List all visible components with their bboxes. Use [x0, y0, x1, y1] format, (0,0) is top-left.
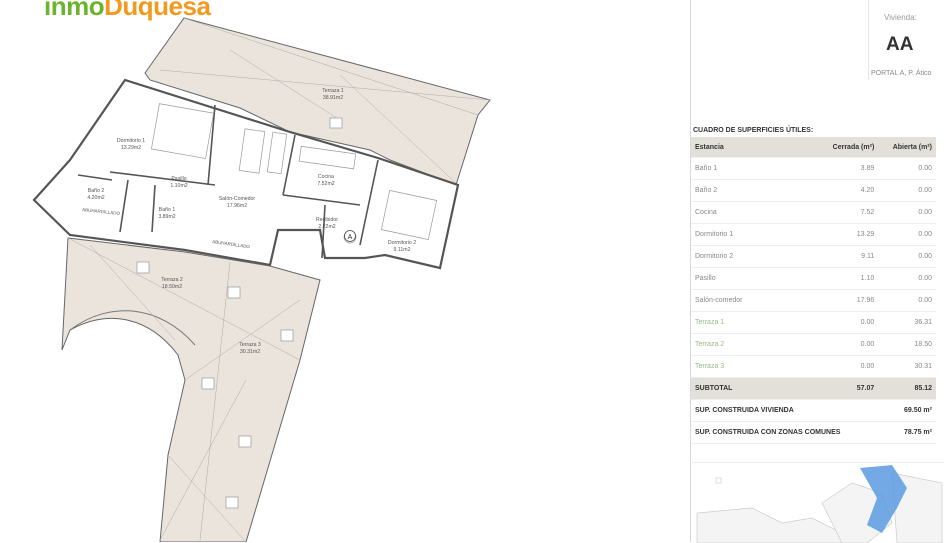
construida-vivienda-label: SUP. CONSTRUIDA VIVIENDA [691, 399, 879, 422]
subtotal-row: SUBTOTAL 57.07 85.12 [691, 377, 936, 400]
row-cerrada: 7.52 [789, 201, 879, 224]
room-area-recibidor: 2.22m2 [318, 224, 335, 230]
row-cerrada: 0.00 [789, 355, 879, 378]
subtotal-label: SUBTOTAL [691, 377, 790, 400]
location-minimap [692, 462, 944, 543]
surfaces-table: Estancia Cerrada (m²) Abierta (m²) Baño … [691, 137, 936, 444]
room-label-pasillo: Pasillo [171, 176, 186, 182]
vivienda-label: Vivienda: [884, 13, 917, 22]
room-area-salon: 17.96m2 [227, 203, 247, 209]
room-area-terraza1: 38.91m2 [323, 95, 343, 101]
row-name: Terraza 2 [691, 333, 790, 356]
table-row: Baño 1 3.89 0.00 [691, 157, 936, 180]
room-area-bano1: 3.89m2 [158, 214, 175, 220]
row-abierta: 36.31 [878, 311, 936, 334]
room-label-bano1: Baño 1 [159, 207, 176, 213]
subtotal-cerrada: 57.07 [789, 377, 879, 400]
table-row: Salón-comedor 17.96 0.00 [691, 289, 936, 312]
vivienda-code: AA [886, 34, 914, 55]
row-abierta: 0.00 [878, 245, 936, 268]
construida-comunes-row: SUP. CONSTRUIDA CON ZONAS COMUNES 78.75 m… [691, 421, 936, 444]
room-area-dormitorio2: 9.11m2 [394, 247, 411, 253]
table-row: Terraza 1 0.00 36.31 [691, 311, 936, 334]
room-area-cocina: 7.52m2 [317, 181, 334, 187]
row-name: Terraza 3 [691, 355, 790, 378]
room-label-bano2: Baño 2 [88, 188, 105, 194]
row-abierta: 0.00 [878, 289, 936, 312]
room-area-dormitorio1: 13.29m2 [121, 145, 141, 151]
row-abierta: 0.00 [878, 223, 936, 246]
room-label-cocina: Cocina [318, 174, 334, 180]
portal-label: PORTAL A, P. Ático [871, 70, 932, 77]
row-abierta: 30.31 [878, 355, 936, 378]
room-label-terraza2: Terraza 2 [161, 277, 183, 283]
room-label-recibidor: Recibidor [316, 217, 338, 223]
row-cerrada: 0.00 [789, 333, 879, 356]
room-label-salon: Salón-Comedor [219, 196, 256, 202]
room-area-pasillo: 1.10m2 [170, 183, 187, 189]
construida-comunes-label: SUP. CONSTRUIDA CON ZONAS COMUNES [691, 421, 879, 444]
table-header: Estancia Cerrada (m²) Abierta (m²) [691, 137, 936, 158]
row-cerrada: 1.10 [789, 267, 879, 290]
construida-vivienda-row: SUP. CONSTRUIDA VIVIENDA 69.50 m² [691, 399, 936, 422]
room-area-bano2: 4.20m2 [87, 195, 104, 201]
row-name: Cocina [691, 201, 790, 224]
subtotal-abierta: 85.12 [878, 377, 936, 400]
room-label-terraza3: Terraza 3 [239, 342, 261, 348]
table-row: Terraza 2 0.00 18.50 [691, 333, 936, 356]
row-name: Terraza 1 [691, 311, 790, 334]
floor-plan: Terraza 1 38.91m2 Dormitorio 1 13.29m2 P… [32, 17, 491, 542]
table-row: Pasillo 1.10 0.00 [691, 267, 936, 290]
table-row: Cocina 7.52 0.00 [691, 201, 936, 224]
header-abierta: Abierta (m²) [878, 137, 936, 158]
row-cerrada: 17.96 [789, 289, 879, 312]
row-abierta: 0.00 [878, 157, 936, 180]
header-estancia: Estancia [691, 137, 790, 158]
row-cerrada: 3.89 [789, 157, 879, 180]
room-area-terraza2: 18.50m2 [162, 284, 182, 290]
terrace2-3-area [61, 237, 321, 542]
room-label-dormitorio2: Dormitorio 2 [388, 240, 416, 246]
row-cerrada: 13.29 [789, 223, 879, 246]
row-cerrada: 0.00 [789, 311, 879, 334]
construida-vivienda-value: 69.50 m² [878, 399, 936, 422]
row-abierta: 0.00 [878, 267, 936, 290]
header-cerrada: Cerrada (m²) [789, 137, 879, 158]
table-row: Baño 2 4.20 0.00 [691, 179, 936, 202]
row-name: Baño 2 [691, 179, 790, 202]
table-row: Dormitorio 2 9.11 0.00 [691, 245, 936, 268]
row-name: Salón-comedor [691, 289, 790, 312]
room-label-dormitorio1: Dormitorio 1 [117, 138, 145, 144]
row-name: Pasillo [691, 267, 790, 290]
row-abierta: 0.00 [878, 201, 936, 224]
row-abierta: 0.00 [878, 179, 936, 202]
row-abierta: 18.50 [878, 333, 936, 356]
room-label-terraza1: Terraza 1 [322, 88, 344, 94]
row-name: Baño 1 [691, 157, 790, 180]
table-title: CUADRO DE SUPERFICIES ÚTILES: [693, 127, 814, 134]
row-name: Dormitorio 1 [691, 223, 790, 246]
table-row: Dormitorio 1 13.29 0.00 [691, 223, 936, 246]
row-name: Dormitorio 2 [691, 245, 790, 268]
row-cerrada: 4.20 [789, 179, 879, 202]
room-area-terraza3: 30.31m2 [240, 349, 260, 355]
table-row: Terraza 3 0.00 30.31 [691, 355, 936, 378]
section-marker: A [348, 234, 353, 241]
construida-comunes-value: 78.75 m² [878, 421, 936, 444]
row-cerrada: 9.11 [789, 245, 879, 268]
